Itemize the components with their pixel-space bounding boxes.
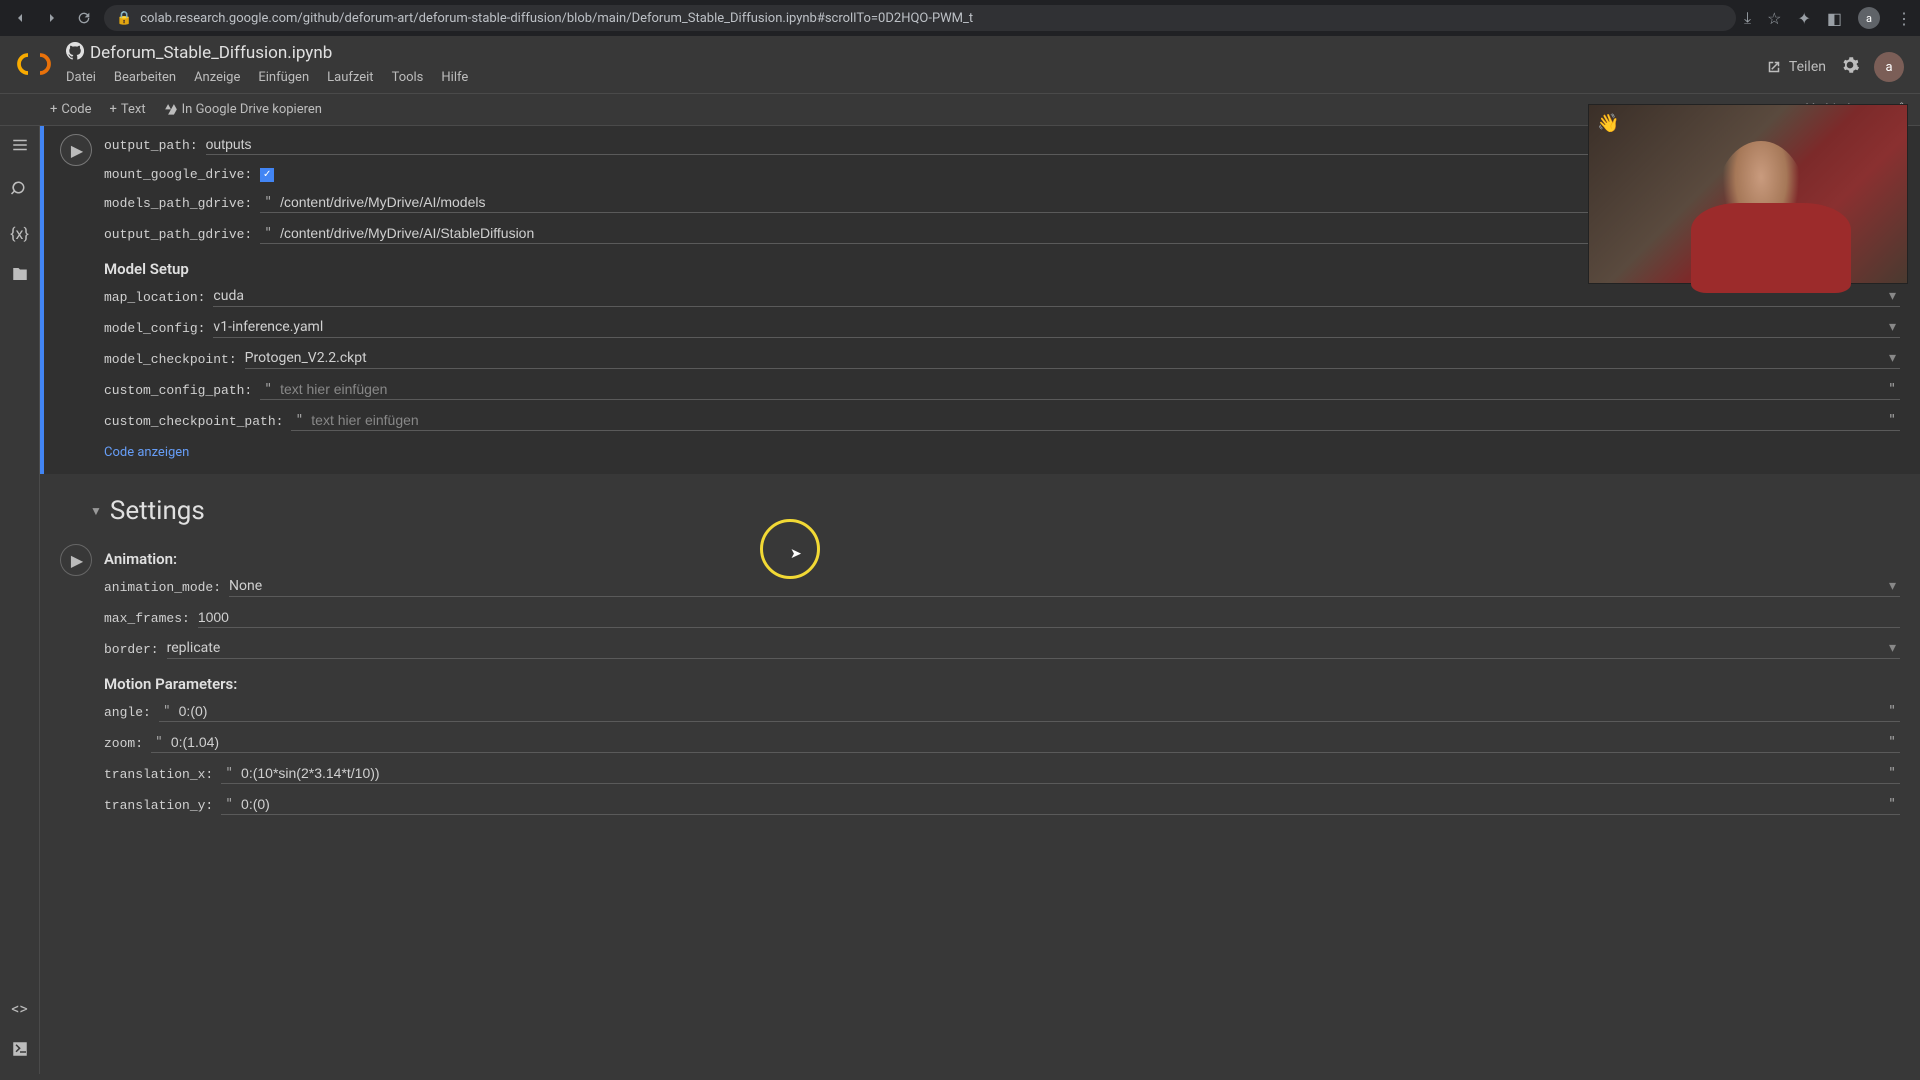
max-frames-input[interactable] — [198, 609, 1900, 625]
notebook-title[interactable]: Deforum_Stable_Diffusion.ipynb — [90, 43, 332, 63]
angle-input[interactable] — [179, 703, 1881, 719]
map-location-label: map_location: — [104, 290, 205, 305]
animation-mode-label: animation_mode: — [104, 580, 221, 595]
run-cell-button[interactable]: ▶ — [60, 544, 92, 576]
menu-bearbeiten[interactable]: Bearbeiten — [114, 70, 176, 85]
install-icon[interactable]: ⤓ — [1744, 8, 1751, 28]
model-checkpoint-label: model_checkpoint: — [104, 352, 237, 367]
toc-icon[interactable] — [11, 136, 29, 158]
search-icon[interactable] — [11, 180, 29, 202]
ty-input[interactable] — [241, 796, 1880, 812]
forward-button[interactable] — [40, 6, 64, 30]
add-text-button[interactable]: + Text — [110, 102, 146, 117]
tx-label: translation_x: — [104, 767, 213, 782]
menu-hilfe[interactable]: Hilfe — [441, 70, 468, 85]
tx-input[interactable] — [241, 765, 1880, 781]
colab-logo[interactable] — [16, 46, 52, 82]
menu-anzeige[interactable]: Anzeige — [194, 70, 240, 85]
zoom-label: zoom: — [104, 736, 143, 751]
chevron-down-icon: ▾ — [1889, 350, 1896, 366]
url-text: colab.research.google.com/github/deforum… — [140, 11, 973, 26]
custom-config-label: custom_config_path: — [104, 383, 252, 398]
chevron-down-icon: ▾ — [1889, 319, 1896, 335]
extensions-icon[interactable]: ✦ — [1797, 9, 1810, 28]
play-icon: ▶ — [71, 141, 83, 160]
zoom-input[interactable] — [171, 734, 1880, 750]
settings-heading[interactable]: ▼ Settings — [40, 474, 1920, 536]
custom-config-input[interactable] — [280, 381, 1880, 397]
angle-label: angle: — [104, 705, 151, 720]
play-icon: ▶ — [71, 551, 83, 570]
back-button[interactable] — [8, 6, 32, 30]
show-code-link[interactable]: Code anzeigen — [104, 437, 1900, 470]
map-location-select[interactable]: cuda▾ — [213, 288, 1900, 307]
left-rail: {x} <> — [0, 126, 40, 1074]
mount-gdrive-label: mount_google_drive: — [104, 167, 252, 182]
side-panel-icon[interactable]: ◧ — [1827, 9, 1842, 28]
copy-drive-button[interactable]: In Google Drive kopieren — [164, 102, 322, 117]
add-code-button[interactable]: + Code — [50, 102, 92, 117]
collapse-section-icon[interactable]: ▼ — [90, 504, 102, 518]
cell-animation: ▶ Animation: animation_mode: None▾ max_f… — [40, 536, 1920, 825]
max-frames-label: max_frames: — [104, 611, 190, 626]
share-label: Teilen — [1789, 59, 1826, 75]
reload-button[interactable] — [72, 6, 96, 30]
files-icon[interactable] — [11, 265, 29, 287]
ty-label: translation_y: — [104, 798, 213, 813]
output-path-label: output_path: — [104, 138, 198, 153]
cmd-palette-icon[interactable]: <> — [11, 999, 28, 1018]
border-label: border: — [104, 642, 159, 657]
menu-laufzeit[interactable]: Laufzeit — [327, 70, 373, 85]
border-select[interactable]: replicate▾ — [167, 640, 1900, 659]
output-gdrive-label: output_path_gdrive: — [104, 227, 252, 242]
colab-header: Deforum_Stable_Diffusion.ipynb Datei Bea… — [0, 36, 1920, 94]
browser-menu-icon[interactable]: ⋮ — [1896, 9, 1912, 28]
menu-tools[interactable]: Tools — [392, 70, 424, 85]
mount-gdrive-checkbox[interactable]: ✓ — [260, 168, 274, 182]
colab-avatar[interactable]: a — [1874, 52, 1904, 82]
model-config-label: model_config: — [104, 321, 205, 336]
browser-avatar[interactable]: a — [1858, 7, 1880, 29]
custom-checkpoint-input[interactable] — [311, 412, 1880, 428]
variables-icon[interactable]: {x} — [10, 224, 29, 243]
run-cell-button[interactable]: ▶ — [60, 134, 92, 166]
chevron-down-icon: ▾ — [1889, 640, 1896, 656]
star-icon[interactable]: ☆ — [1767, 9, 1781, 28]
model-checkpoint-select[interactable]: Protogen_V2.2.ckpt▾ — [245, 350, 1900, 369]
custom-checkpoint-label: custom_checkpoint_path: — [104, 414, 283, 429]
chevron-down-icon: ▾ — [1889, 288, 1896, 304]
model-config-select[interactable]: v1-inference.yaml▾ — [213, 319, 1900, 338]
browser-chrome: 🔒 colab.research.google.com/github/defor… — [0, 0, 1920, 36]
menu-bar: Datei Bearbeiten Anzeige Einfügen Laufze… — [66, 64, 1765, 93]
menu-datei[interactable]: Datei — [66, 70, 96, 85]
animation-mode-select[interactable]: None▾ — [229, 578, 1900, 597]
share-button[interactable]: Teilen — [1765, 58, 1826, 76]
lock-icon: 🔒 — [116, 11, 132, 26]
animation-heading: Animation: — [104, 540, 1900, 572]
menu-einfuegen[interactable]: Einfügen — [258, 70, 309, 85]
url-bar[interactable]: 🔒 colab.research.google.com/github/defor… — [104, 5, 1736, 31]
chevron-down-icon: ▾ — [1889, 578, 1896, 594]
settings-icon[interactable] — [1840, 55, 1860, 79]
motion-heading: Motion Parameters: — [104, 665, 1900, 697]
webcam-overlay: 👋 — [1588, 104, 1908, 284]
terminal-icon[interactable] — [11, 1040, 29, 1062]
github-icon — [66, 42, 84, 64]
models-gdrive-label: models_path_gdrive: — [104, 196, 252, 211]
